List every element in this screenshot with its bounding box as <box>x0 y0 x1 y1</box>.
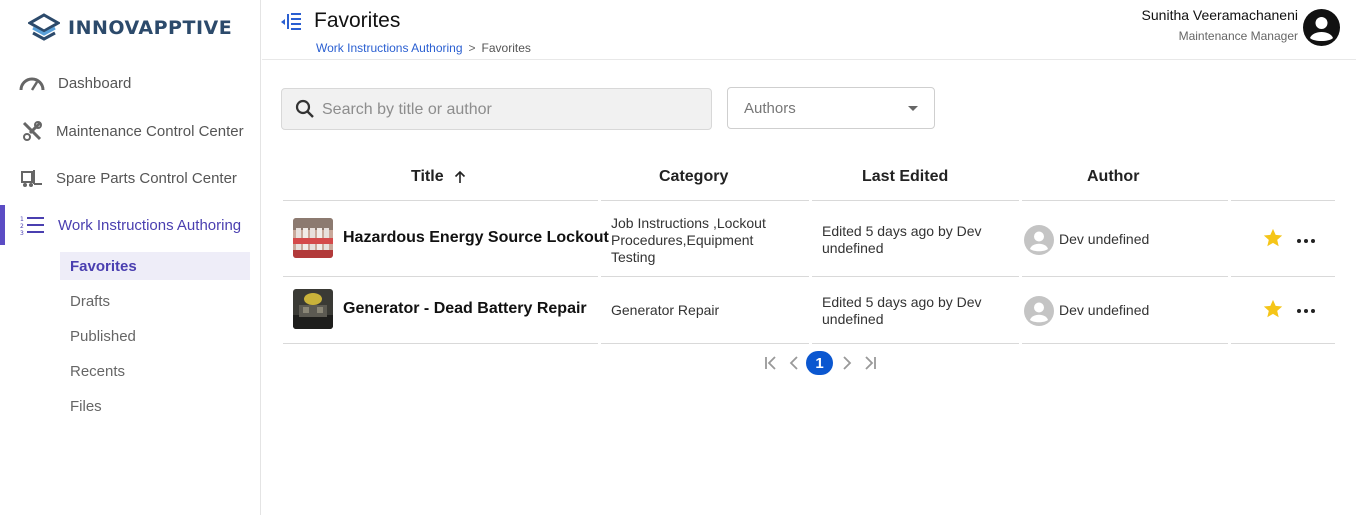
sidebar-item-maintenance-control-center[interactable]: Maintenance Control Center <box>0 111 261 151</box>
user-name: Sunitha Veeramachaneni <box>1141 7 1298 23</box>
favorite-star-icon[interactable] <box>1262 227 1284 249</box>
last-page-icon[interactable] <box>859 351 881 375</box>
row-divider <box>1022 343 1228 344</box>
row-divider <box>812 276 1019 277</box>
header-divider <box>812 200 1019 201</box>
instruction-author: Dev undefined <box>1059 302 1150 318</box>
header-divider <box>1231 200 1335 201</box>
row-divider <box>601 276 809 277</box>
sort-ascending-icon <box>454 170 465 183</box>
column-header-last-edited[interactable]: Last Edited <box>862 168 948 186</box>
collapse-menu-icon[interactable] <box>280 12 302 32</box>
row-divider <box>1231 343 1335 344</box>
instruction-category: Job Instructions ,Lockout Procedures,Equ… <box>611 215 766 265</box>
instruction-thumbnail <box>293 289 333 329</box>
header-divider <box>1022 200 1228 201</box>
instruction-last-edited: Edited 5 days ago by Dev undefined <box>822 223 982 256</box>
submenu-published[interactable]: Published <box>60 322 250 350</box>
row-divider <box>812 343 1019 344</box>
submenu-recents[interactable]: Recents <box>60 357 250 385</box>
submenu-favorites[interactable]: Favorites <box>60 252 250 280</box>
author-avatar-icon <box>1024 225 1054 255</box>
submenu-files[interactable]: Files <box>60 392 250 420</box>
next-page-icon[interactable] <box>836 351 858 375</box>
search-input[interactable] <box>322 97 692 123</box>
row-divider <box>283 276 598 277</box>
instruction-category: Generator Repair <box>611 302 720 318</box>
chevron-down-icon <box>908 106 918 111</box>
svg-text:3: 3 <box>20 230 24 236</box>
sidebar-item-label: Maintenance Control Center <box>56 122 244 140</box>
user-avatar-icon[interactable] <box>1303 9 1340 46</box>
breadcrumb-link-work-instructions-authoring[interactable]: Work Instructions Authoring <box>316 41 463 55</box>
breadcrumb-separator: > <box>468 41 476 55</box>
column-header-category[interactable]: Category <box>659 168 728 186</box>
more-options-icon[interactable] <box>1297 308 1315 314</box>
author-avatar-icon <box>1024 296 1054 326</box>
header: Favorites Work Instructions Authoring > Fa… <box>262 0 1356 60</box>
sidebar-item-work-instructions-authoring[interactable]: 123 Work Instructions Authoring <box>0 205 261 245</box>
brand-name: INNOVAPPTIVE <box>68 17 233 39</box>
search-icon <box>295 99 314 118</box>
svg-text:2: 2 <box>20 223 24 230</box>
tools-icon <box>19 118 45 144</box>
authors-dropdown-label: Authors <box>744 100 796 117</box>
sidebar-item-label: Dashboard <box>58 74 132 92</box>
header-divider <box>283 200 598 201</box>
brand-logo[interactable]: INNOVAPPTIVE <box>28 12 232 44</box>
previous-page-icon[interactable] <box>783 351 805 375</box>
instruction-last-edited: Edited 5 days ago by Dev undefined <box>822 294 982 327</box>
sidebar: INNOVAPPTIVE Dashboard Maintenance Contr… <box>0 0 261 515</box>
sidebar-item-spare-parts-control-center[interactable]: Spare Parts Control Center <box>0 158 261 198</box>
instruction-thumbnail <box>293 218 333 258</box>
instruction-author: Dev undefined <box>1059 231 1150 247</box>
page-title: Favorites <box>314 9 401 32</box>
row-divider <box>1022 276 1228 277</box>
svg-text:1: 1 <box>20 216 24 223</box>
column-header-title-label: Title <box>411 168 444 185</box>
row-divider <box>601 343 809 344</box>
favorite-star-icon[interactable] <box>1262 298 1284 320</box>
page-number-current[interactable]: 1 <box>806 351 833 375</box>
column-header-author[interactable]: Author <box>1087 168 1139 186</box>
instruction-title[interactable]: Hazardous Energy Source Lockout <box>343 229 609 247</box>
submenu-drafts[interactable]: Drafts <box>60 287 250 315</box>
sidebar-item-label: Work Instructions Authoring <box>58 216 242 234</box>
forklift-icon <box>19 165 45 191</box>
user-role: Maintenance Manager <box>1178 29 1298 43</box>
row-divider <box>1231 276 1335 277</box>
instruction-title[interactable]: Generator - Dead Battery Repair <box>343 300 587 318</box>
numbered-list-icon: 123 <box>19 212 45 238</box>
breadcrumb: Work Instructions Authoring > Favorites <box>316 41 531 55</box>
search-box <box>281 88 712 130</box>
breadcrumb-current: Favorites <box>481 41 531 55</box>
header-divider <box>601 200 809 201</box>
innovapptive-logo-icon <box>28 13 60 41</box>
row-divider <box>283 343 598 344</box>
sidebar-item-label: Spare Parts Control Center <box>56 169 237 187</box>
authors-dropdown[interactable]: Authors <box>727 87 935 129</box>
more-options-icon[interactable] <box>1297 238 1315 244</box>
speedometer-icon <box>19 70 45 96</box>
sidebar-item-dashboard[interactable]: Dashboard <box>0 63 261 103</box>
column-header-title[interactable]: Title <box>411 168 466 186</box>
first-page-icon[interactable] <box>760 351 782 375</box>
